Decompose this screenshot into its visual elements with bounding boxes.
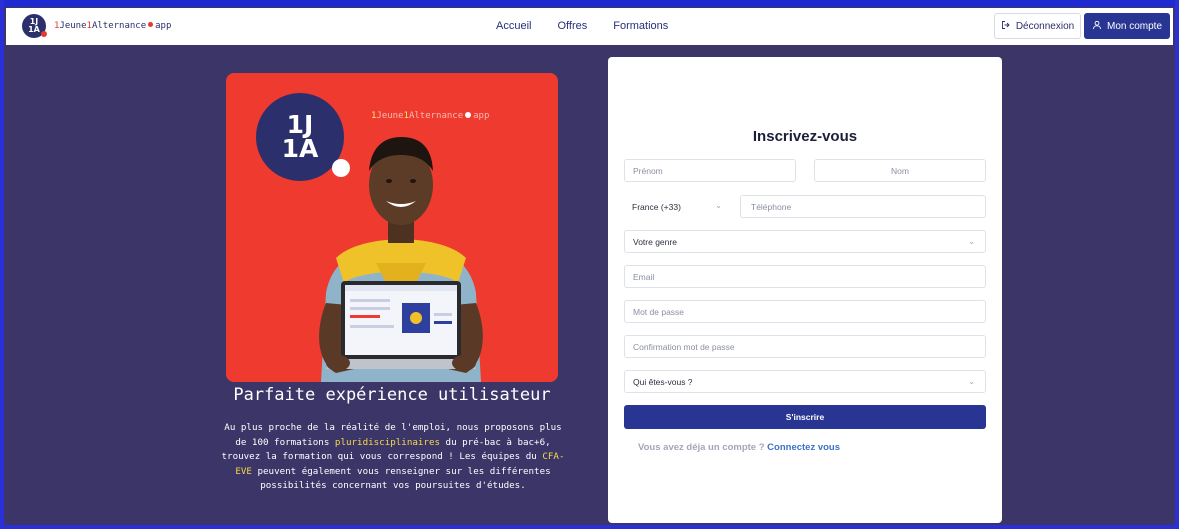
gender-value: Votre genre	[633, 236, 677, 247]
form-title: Inscrivez-vous	[752, 128, 858, 145]
brand-logo: 1J 1A	[22, 14, 47, 38]
promo-title: Parfaite expérience utilisateur	[233, 385, 551, 405]
nav-link-accueil[interactable]: Accueil	[496, 20, 531, 32]
promo-image-card: 1J 1A 1Jeune1Alternance app	[226, 73, 558, 382]
confirm-password-input[interactable]: Confirmation mot de passe	[624, 335, 986, 358]
brand-part: app	[155, 21, 172, 31]
logout-icon	[1001, 20, 1011, 33]
gender-select[interactable]: Votre genre ⌄	[624, 230, 986, 253]
top-navbar: 1J 1A 1Jeune1Alternance app Accueil Offre…	[6, 8, 1173, 45]
password-placeholder: Mot de passe	[633, 306, 685, 317]
window-frame-right	[1175, 0, 1179, 529]
chevron-down-icon: ⌄	[968, 237, 975, 246]
brand-name: 1Jeune1Alternance app	[54, 21, 171, 31]
country-code-select[interactable]: France (+33) ⌄	[624, 195, 734, 218]
main-nav: Accueil Offres Formations	[496, 20, 668, 32]
first-name-placeholder: Prénom	[633, 165, 663, 176]
window-frame-left	[0, 0, 4, 529]
window-frame-top	[0, 0, 1179, 7]
chevron-down-icon: ⌄	[715, 201, 722, 210]
brand-dot	[148, 22, 154, 27]
student-with-laptop-image	[319, 137, 483, 382]
password-input[interactable]: Mot de passe	[624, 300, 986, 323]
account-button[interactable]: Mon compte	[1084, 13, 1170, 39]
signup-form-card: Inscrivez-vous Prénom Nom France (+33) ⌄…	[608, 57, 1002, 523]
account-label: Mon compte	[1106, 20, 1163, 32]
login-prompt-text: Vous avez déja un compte ?	[638, 442, 765, 453]
user-type-value: Qui êtes-vous ?	[633, 376, 693, 387]
nav-link-formations[interactable]: Formations	[613, 20, 668, 32]
signup-submit-label: S'inscrire	[785, 412, 825, 422]
phone-placeholder: Téléphone	[751, 201, 792, 212]
brand-logo-link[interactable]: 1J 1A 1Jeune1Alternance app	[22, 14, 171, 38]
signup-submit-button[interactable]: S'inscrire	[624, 405, 986, 429]
login-link[interactable]: Connectez vous	[767, 442, 840, 453]
promo-highlight: pluridisciplinaires	[334, 436, 441, 448]
phone-input[interactable]: Téléphone	[740, 195, 986, 218]
promo-description: Au plus proche de la réalité de l'emploi…	[220, 421, 566, 494]
confirm-password-placeholder: Confirmation mot de passe	[633, 341, 735, 352]
logo-dot	[41, 31, 47, 37]
chevron-down-icon: ⌄	[968, 377, 975, 386]
promo-text-part: peuvent également vous renseigner sur le…	[251, 465, 551, 492]
nav-link-offres[interactable]: Offres	[557, 20, 587, 32]
window-frame-bottom	[0, 525, 1179, 529]
last-name-placeholder: Nom	[891, 165, 909, 176]
logout-label: Déconnexion	[1015, 20, 1075, 32]
user-icon	[1092, 20, 1102, 33]
brand-part: Jeune	[59, 21, 87, 31]
login-prompt: Vous avez déja un compte ? Connectez vou…	[638, 442, 840, 453]
user-type-select[interactable]: Qui êtes-vous ? ⌄	[624, 370, 986, 393]
brand-part: Alternance	[91, 21, 147, 31]
first-name-input[interactable]: Prénom	[624, 159, 796, 182]
logout-button[interactable]: Déconnexion	[994, 13, 1081, 39]
last-name-input[interactable]: Nom	[814, 159, 986, 182]
logo-line-2: 1A	[28, 25, 40, 34]
email-placeholder: Email	[633, 271, 655, 282]
email-input[interactable]: Email	[624, 265, 986, 288]
country-code-value: France (+33)	[632, 201, 681, 212]
